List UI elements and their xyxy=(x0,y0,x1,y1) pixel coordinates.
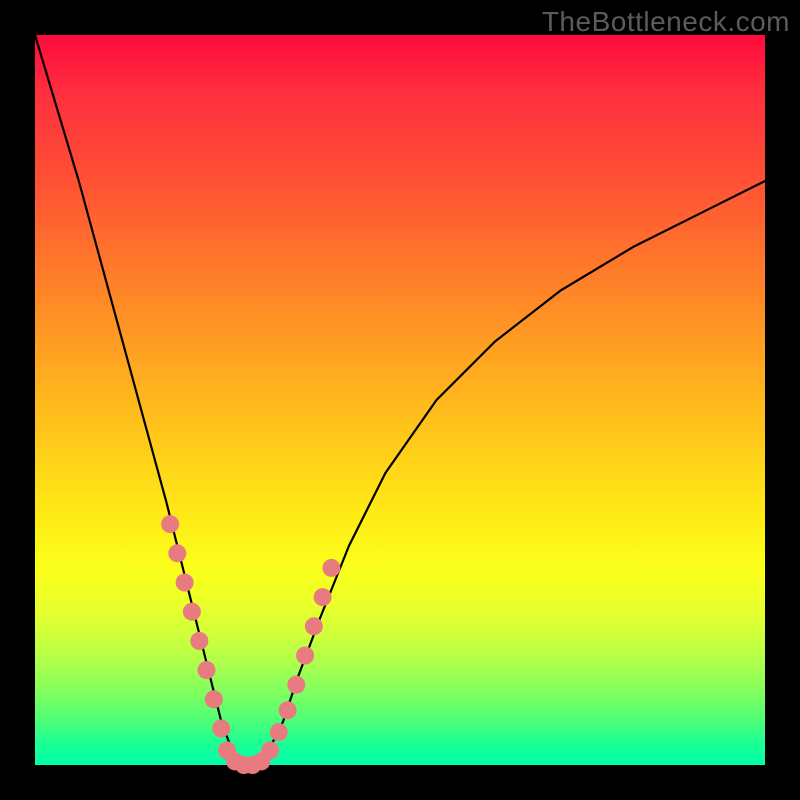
highlight-dot xyxy=(183,603,201,621)
highlight-dot xyxy=(305,617,323,635)
chart-plot-area xyxy=(35,35,765,765)
highlight-dot xyxy=(270,723,288,741)
highlight-dot xyxy=(279,701,297,719)
highlight-dot xyxy=(198,661,216,679)
highlight-dot xyxy=(322,559,340,577)
highlight-dot xyxy=(190,632,208,650)
chart-svg xyxy=(35,35,765,765)
highlight-dot xyxy=(314,588,332,606)
highlight-dot xyxy=(161,515,179,533)
highlight-dot xyxy=(296,647,314,665)
highlight-dots xyxy=(161,515,340,774)
highlight-dot xyxy=(212,720,230,738)
highlight-dot xyxy=(287,676,305,694)
watermark-label: TheBottleneck.com xyxy=(542,6,790,38)
bottleneck-curve-line xyxy=(35,35,765,765)
highlight-dot xyxy=(168,544,186,562)
highlight-dot xyxy=(205,690,223,708)
highlight-dot xyxy=(261,741,279,759)
highlight-dot xyxy=(176,574,194,592)
chart-frame: TheBottleneck.com xyxy=(0,0,800,800)
